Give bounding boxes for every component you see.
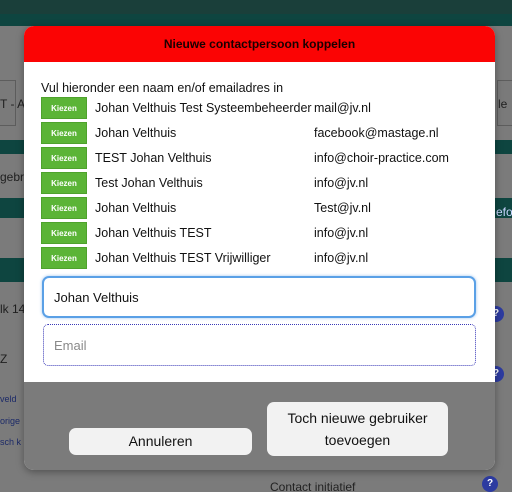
contact-email: info@jv.nl — [314, 226, 369, 240]
background-text: Z — [0, 352, 8, 366]
choose-button[interactable]: Kiezen — [41, 147, 87, 169]
choose-button[interactable]: Kiezen — [41, 197, 87, 219]
background-text: efor — [496, 205, 512, 219]
contact-match-list: Kiezen Johan Velthuis Test Systeembeheer… — [41, 96, 481, 271]
dialog-footer: Annuleren Toch nieuwe gebruiker toevoege… — [24, 382, 495, 470]
background-topbar — [0, 0, 512, 14]
background-link: orige — [0, 416, 21, 426]
list-item: Kiezen Johan Velthuis TEST Vrijwilliger … — [41, 246, 481, 271]
background-link: sch k — [0, 437, 22, 447]
contact-name: Johan Velthuis — [95, 126, 177, 140]
contact-name: Johan Velthuis TEST Vrijwilliger — [95, 251, 271, 265]
list-item: Kiezen Test Johan Velthuis info@jv.nl — [41, 171, 481, 196]
choose-button[interactable]: Kiezen — [41, 222, 87, 244]
background-text: le — [498, 97, 508, 111]
contact-email: facebook@mastage.nl — [314, 126, 439, 140]
choose-button[interactable]: Kiezen — [41, 247, 87, 269]
list-item: Kiezen Johan Velthuis TEST info@jv.nl — [41, 221, 481, 246]
dialog-title: Nieuwe contactpersoon koppelen — [24, 26, 495, 62]
email-input[interactable] — [43, 324, 476, 366]
background-text: lk 14 — [0, 302, 26, 316]
contact-email: Test@jv.nl — [314, 201, 371, 215]
list-item: Kiezen TEST Johan Velthuis info@choir-pr… — [41, 146, 481, 171]
help-icon: ? — [482, 476, 498, 492]
choose-button[interactable]: Kiezen — [41, 97, 87, 119]
background-label: Contact initiatief — [270, 480, 356, 492]
list-item: Kiezen Johan Velthuis Test Systeembeheer… — [41, 96, 481, 121]
background-text: gebr — [0, 170, 25, 184]
contact-name: Johan Velthuis — [95, 201, 177, 215]
list-item: Kiezen Johan Velthuis facebook@mastage.n… — [41, 121, 481, 146]
background-band — [0, 14, 512, 26]
dialog-instruction: Vul hieronder een naam en/of emailadres … — [41, 81, 284, 95]
contact-email: info@choir-practice.com — [314, 151, 449, 165]
link-contact-dialog: Nieuwe contactpersoon koppelen Vul hiero… — [24, 26, 495, 470]
name-input[interactable] — [42, 276, 476, 318]
contact-email: info@jv.nl — [314, 176, 369, 190]
contact-name: TEST Johan Velthuis — [95, 151, 212, 165]
contact-name: Test Johan Velthuis — [95, 176, 203, 190]
background-link: veld — [0, 394, 17, 404]
contact-name: Johan Velthuis TEST — [95, 226, 212, 240]
add-new-user-button[interactable]: Toch nieuwe gebruiker toevoegen — [267, 402, 448, 456]
contact-name: Johan Velthuis Test Systeembeheerder — [95, 101, 312, 115]
contact-email: mail@jv.nl — [314, 101, 371, 115]
list-item: Kiezen Johan Velthuis Test@jv.nl — [41, 196, 481, 221]
cancel-button[interactable]: Annuleren — [69, 428, 252, 455]
choose-button[interactable]: Kiezen — [41, 122, 87, 144]
contact-email: info@jv.nl — [314, 251, 369, 265]
choose-button[interactable]: Kiezen — [41, 172, 87, 194]
